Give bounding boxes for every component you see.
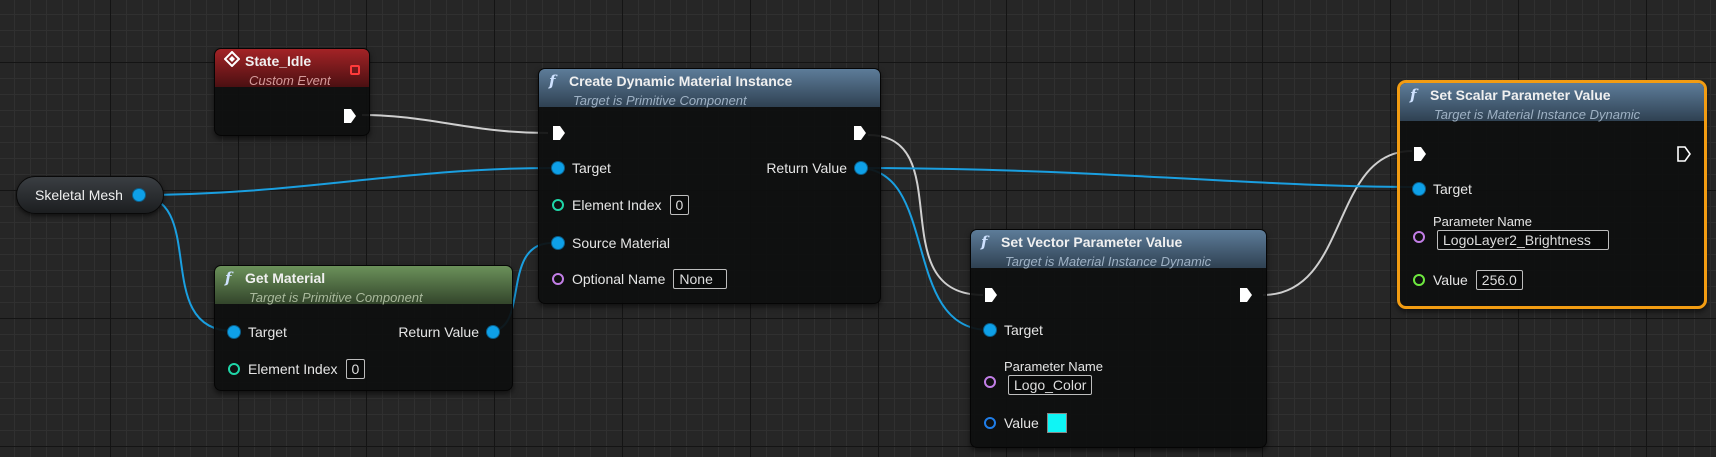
state-idle-event-node[interactable]: State_Idle Custom Event <box>214 48 370 136</box>
element-index-field[interactable]: 0 <box>669 195 690 215</box>
exec-in-pin[interactable] <box>552 125 566 141</box>
exec-wire-vector-to-scalar <box>1262 150 1413 296</box>
color-swatch[interactable] <box>1046 413 1067 433</box>
pin-label: Target <box>572 160 611 176</box>
parameter-name-field[interactable]: LogoLayer2_Brightness <box>1437 230 1609 250</box>
pin-label: Parameter Name <box>1004 359 1103 374</box>
parameter-name-group: Parameter Name LogoLayer2_Brightness <box>1433 214 1609 250</box>
pin-label: Optional Name <box>572 271 666 287</box>
skeletal-mesh-variable-node[interactable]: Skeletal Mesh <box>16 176 164 214</box>
pin-label: Element Index <box>572 197 662 213</box>
pin-label: Target <box>1433 181 1472 197</box>
function-icon: f <box>1410 86 1417 104</box>
parameter-name-input-pin[interactable]: Parameter Name Logo_Color <box>984 359 1103 395</box>
element-index-input-pin[interactable]: Element Index 0 <box>228 359 366 379</box>
skeletal-mesh-output-pin[interactable] <box>132 189 145 201</box>
get-material-node[interactable]: f Get Material Target is Primitive Compo… <box>214 265 513 391</box>
source-material-input-pin[interactable]: Source Material <box>552 235 670 251</box>
set-scalar-parameter-value-node[interactable]: f Set Scalar Parameter Value Target is M… <box>1397 80 1707 309</box>
value-field[interactable]: 256.0 <box>1475 270 1523 290</box>
target-input-pin[interactable]: Target <box>984 322 1043 338</box>
pin-label: Return Value <box>398 324 479 340</box>
exec-out-pin[interactable] <box>1239 287 1253 303</box>
function-icon: f <box>981 233 988 251</box>
target-input-pin[interactable]: Target <box>228 324 287 340</box>
create-dynamic-material-instance-node[interactable]: f Create Dynamic Material Instance Targe… <box>538 68 881 304</box>
exec-out-pin[interactable] <box>1677 146 1691 162</box>
pin-label: Element Index <box>248 361 338 377</box>
value-input-pin[interactable]: Value 256.0 <box>1413 270 1523 290</box>
exec-in-pin[interactable] <box>984 287 998 303</box>
optional-name-field[interactable]: None <box>673 269 728 289</box>
exec-in-pin[interactable] <box>1413 146 1427 162</box>
pin-label: Source Material <box>572 235 671 251</box>
node-title: Get Material <box>245 270 326 286</box>
target-pin-dot[interactable] <box>1413 183 1425 195</box>
wire-mesh-to-create-target <box>135 167 553 196</box>
node-subtitle: Custom Event <box>249 73 331 88</box>
element-index-field[interactable]: 0 <box>345 359 366 379</box>
element-index-input-pin[interactable]: Element Index 0 <box>552 195 690 215</box>
return-value-pin-dot[interactable] <box>855 162 867 174</box>
exec-out-pin[interactable] <box>853 125 867 141</box>
wire-create-to-scalar-target <box>857 167 1420 188</box>
pin-label: Value <box>1004 415 1039 431</box>
target-input-pin[interactable]: Target <box>1413 181 1472 197</box>
node-title: Create Dynamic Material Instance <box>569 73 793 89</box>
value-pin-dot[interactable] <box>1413 274 1425 286</box>
variable-label: Skeletal Mesh <box>35 187 123 203</box>
pin-label: Target <box>1004 322 1043 338</box>
return-value-output-pin[interactable]: Return Value <box>398 324 499 340</box>
node-title: Set Scalar Parameter Value <box>1430 87 1611 103</box>
node-subtitle: Target is Material Instance Dynamic <box>1434 107 1641 122</box>
value-pin-dot[interactable] <box>984 417 996 429</box>
parameter-name-field[interactable]: Logo_Color <box>1008 375 1093 395</box>
optional-name-pin-dot[interactable] <box>552 273 564 285</box>
node-subtitle: Target is Material Instance Dynamic <box>1005 254 1212 269</box>
element-index-pin-dot[interactable] <box>228 363 240 375</box>
parameter-name-input-pin[interactable]: Parameter Name LogoLayer2_Brightness <box>1413 214 1609 250</box>
target-pin-dot[interactable] <box>984 324 996 336</box>
function-node-header[interactable]: f Get Material Target is Primitive Compo… <box>215 266 512 305</box>
pin-label: Return Value <box>766 160 847 176</box>
event-diamond-icon <box>223 50 241 71</box>
exec-wire-event-to-create <box>361 114 549 134</box>
return-value-output-pin[interactable]: Return Value <box>766 160 867 176</box>
exec-wire-create-to-vector <box>867 134 984 296</box>
delegate-pin[interactable] <box>350 65 360 75</box>
parameter-name-pin-dot[interactable] <box>984 376 996 388</box>
pin-label: Target <box>248 324 287 340</box>
function-node-header[interactable]: f Set Scalar Parameter Value Target is M… <box>1400 83 1704 122</box>
function-icon: f <box>549 72 556 90</box>
node-title: Set Vector Parameter Value <box>1001 234 1183 250</box>
node-subtitle: Target is Primitive Component <box>573 93 747 108</box>
function-icon: f <box>225 269 232 287</box>
parameter-name-group: Parameter Name Logo_Color <box>1004 359 1103 395</box>
value-input-pin[interactable]: Value <box>984 413 1067 433</box>
function-node-header[interactable]: f Create Dynamic Material Instance Targe… <box>539 69 880 108</box>
exec-out-pin[interactable] <box>343 108 357 124</box>
pin-label: Value <box>1433 272 1468 288</box>
element-index-pin-dot[interactable] <box>552 199 564 211</box>
node-subtitle: Target is Primitive Component <box>249 290 423 305</box>
optional-name-input-pin[interactable]: Optional Name None <box>552 269 728 289</box>
parameter-name-pin-dot[interactable] <box>1413 231 1425 243</box>
target-pin-dot[interactable] <box>552 162 564 174</box>
function-node-header[interactable]: f Set Vector Parameter Value Target is M… <box>971 230 1266 269</box>
target-input-pin[interactable]: Target <box>552 160 611 176</box>
pin-label: Parameter Name <box>1433 214 1532 229</box>
source-material-pin-dot[interactable] <box>552 237 564 249</box>
target-pin-dot[interactable] <box>228 326 240 338</box>
set-vector-parameter-value-node[interactable]: f Set Vector Parameter Value Target is M… <box>970 229 1267 448</box>
return-value-pin-dot[interactable] <box>487 326 499 338</box>
event-node-header[interactable]: State_Idle Custom Event <box>215 49 369 88</box>
